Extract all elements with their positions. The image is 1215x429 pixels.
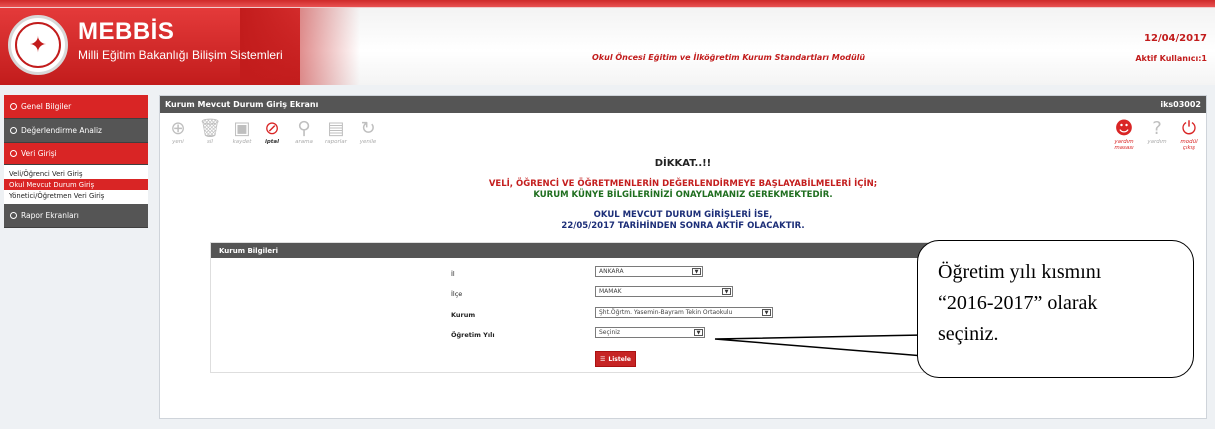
callout-line-3: seçiniz.	[938, 323, 999, 345]
callout-line-2: “2016-2017” olarak	[938, 292, 1098, 314]
instruction-callout: Öğretim yılı kısmını “2016-2017” olarak …	[917, 240, 1194, 378]
callout-line-1: Öğretim yılı kısmını	[938, 261, 1102, 283]
